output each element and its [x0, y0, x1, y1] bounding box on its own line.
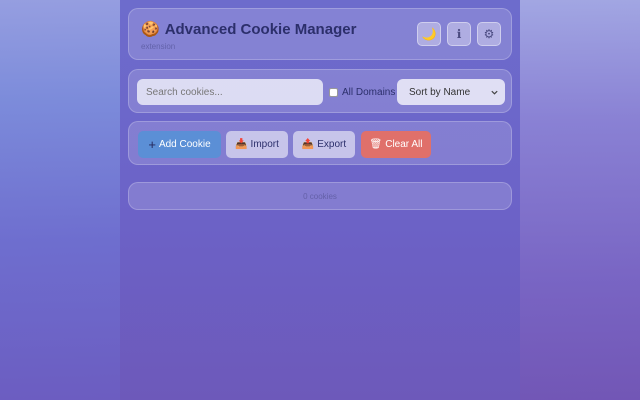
all-domains-label: All Domains: [342, 87, 396, 98]
app-title: 🍪 Advanced Cookie Manager: [141, 20, 357, 39]
actions-card: + Add Cookie 📥 Import 📤 Export 🗑 Clear A…: [128, 121, 512, 165]
theme-toggle-button[interactable]: 🌙: [417, 22, 441, 46]
cookie-icon: 🍪: [141, 21, 160, 38]
export-icon: 📤: [301, 139, 315, 150]
settings-button[interactable]: ⚙: [477, 22, 501, 46]
all-domains-checkbox[interactable]: [329, 88, 338, 97]
sort-select[interactable]: Sort by Name: [397, 79, 505, 105]
plus-icon: +: [148, 137, 156, 152]
sort-selected-value: Sort by Name: [409, 86, 471, 98]
import-button[interactable]: 📥 Import: [226, 131, 288, 158]
cookie-count: 0 cookies: [303, 191, 337, 201]
header-card: 🍪 Advanced Cookie Manager extension 🌙 ℹ …: [128, 8, 512, 60]
clear-all-button[interactable]: 🗑 Clear All: [361, 131, 431, 158]
info-icon: ℹ: [456, 27, 462, 41]
import-label: Import: [250, 139, 279, 150]
all-domains-toggle[interactable]: All Domains: [329, 87, 395, 98]
clear-all-label: Clear All: [385, 139, 423, 150]
chevron-down-icon: [491, 90, 498, 95]
background-right: [520, 0, 640, 400]
background-left: [0, 0, 120, 400]
import-icon: 📥: [235, 139, 248, 150]
header-buttons: 🌙 ℹ ⚙: [417, 22, 501, 46]
moon-icon: 🌙: [421, 27, 437, 41]
trash-icon: 🗑: [369, 139, 383, 150]
gear-icon: ⚙: [483, 27, 495, 41]
export-label: Export: [317, 139, 347, 150]
app-subtitle: extension: [141, 42, 176, 51]
app-title-text: Advanced Cookie Manager: [164, 20, 357, 38]
add-cookie-label: Add Cookie: [158, 139, 211, 150]
export-button[interactable]: 📤 Export: [293, 131, 355, 158]
search-card: All Domains Sort by Name: [128, 69, 512, 113]
cookie-count-bar: 0 cookies: [128, 182, 512, 210]
info-button[interactable]: ℹ: [447, 22, 471, 46]
search-input[interactable]: [137, 79, 323, 105]
add-cookie-button[interactable]: + Add Cookie: [138, 131, 221, 158]
extension-popup: 🍪 Advanced Cookie Manager extension 🌙 ℹ …: [120, 0, 520, 400]
